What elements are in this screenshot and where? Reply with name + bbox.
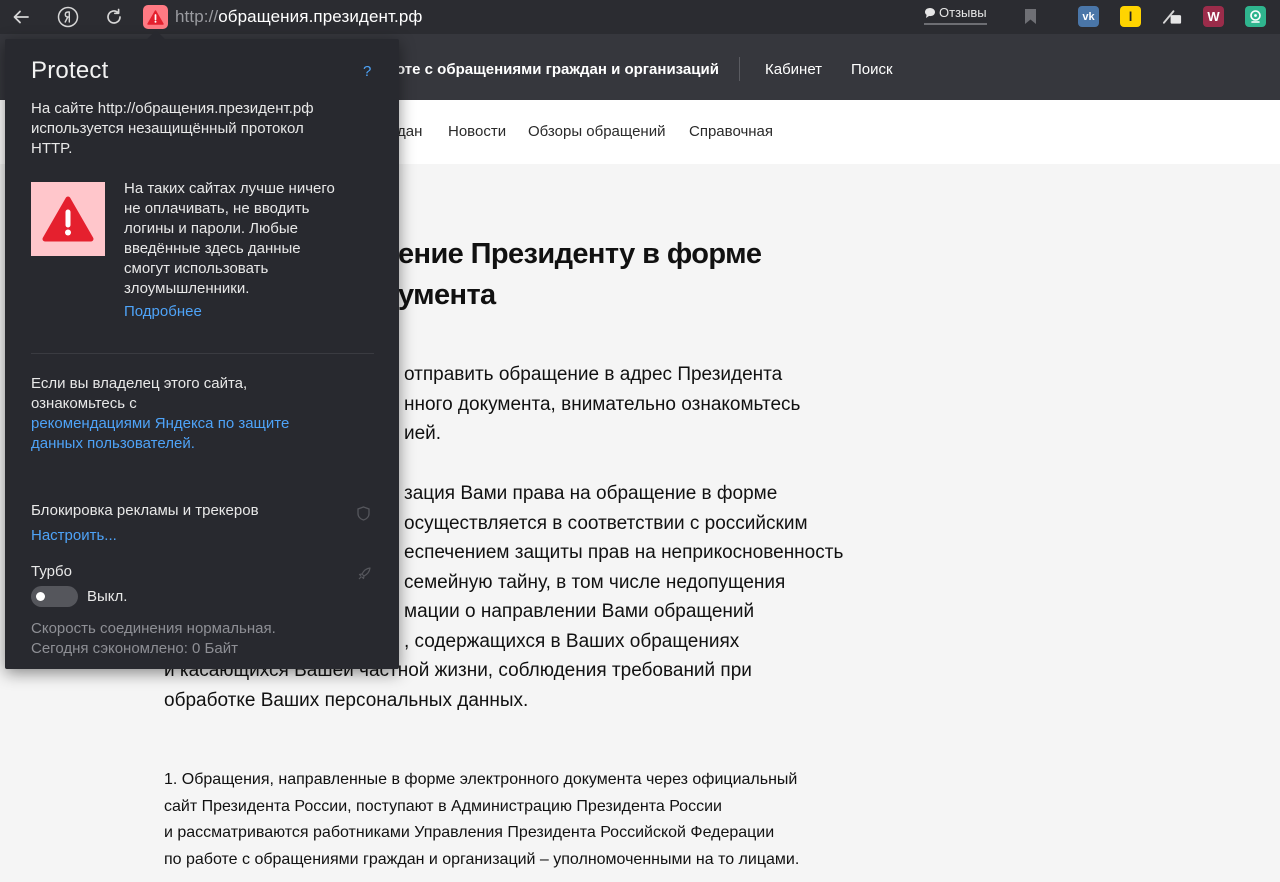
l-icon: l xyxy=(1128,9,1133,24)
help-button[interactable]: ? xyxy=(363,63,371,80)
shield-icon xyxy=(357,506,370,521)
warning-line: не оплачивать, не вводить xyxy=(124,200,310,217)
header-link-cabinet[interactable]: Кабинет xyxy=(765,61,822,78)
feedback-label: Отзывы xyxy=(939,5,987,20)
url-host: обращения.президент.рф xyxy=(218,7,423,26)
owner-recommendation: Если вы владелец этого сайта, ознакомьте… xyxy=(31,374,371,454)
speech-bubble-icon xyxy=(925,7,935,18)
green-extension-button[interactable] xyxy=(1245,6,1266,27)
header-link-search[interactable]: Поиск xyxy=(851,61,893,78)
address-bar[interactable]: http://обращения.президент.рф xyxy=(175,6,422,28)
owner-link-line: рекомендациями Яндекса по защите xyxy=(31,415,290,432)
bookmark-icon xyxy=(1025,9,1036,24)
warning-illustration xyxy=(31,182,105,256)
vk-extension-button[interactable]: vk xyxy=(1078,6,1099,27)
w-icon: W xyxy=(1207,9,1220,24)
warning-line: введённые здесь данные xyxy=(124,240,301,257)
more-info-link[interactable]: Подробнее xyxy=(124,302,202,322)
nav-item-news[interactable]: Новости xyxy=(448,123,506,140)
turbo-label: Турбо xyxy=(31,563,72,580)
screenshot-extension-button[interactable] xyxy=(1162,6,1183,27)
yandex-recommendations-link[interactable]: рекомендациями Яндекса по защите данных … xyxy=(31,414,371,454)
nav-item-reference[interactable]: Справочная xyxy=(689,123,773,140)
reload-icon xyxy=(107,8,121,24)
connection-speed-text: Скорость соединения нормальная. xyxy=(31,620,276,637)
scissors-icon xyxy=(1162,9,1182,24)
adblock-settings-link[interactable]: Настроить... xyxy=(31,526,117,546)
intro-line: На сайте http://обращения.президент.рф xyxy=(31,100,314,117)
url-protocol: http:// xyxy=(175,7,219,26)
owner-line: Если вы владелец этого сайта, xyxy=(31,375,248,392)
owner-line: ознакомьтесь с xyxy=(31,395,137,412)
protect-brand: Protect xyxy=(31,57,109,84)
paragraph-line: 1. Обращения, направленные в форме элект… xyxy=(164,771,798,788)
warning-line: смогут использовать xyxy=(124,260,269,277)
bookmark-button[interactable] xyxy=(1020,6,1041,27)
vk-icon: vk xyxy=(1082,10,1095,23)
back-button[interactable] xyxy=(8,4,34,30)
l-extension-button[interactable]: l xyxy=(1120,6,1141,27)
yandex-button[interactable] xyxy=(55,4,81,30)
protect-popup: Protect ? На сайте http://обращения.през… xyxy=(5,30,399,669)
warning-line: логины и пароли. Любые xyxy=(124,220,298,237)
site-header-title: оте с обращениями граждан и организаций xyxy=(396,61,719,78)
turbo-toggle-knob xyxy=(36,592,45,601)
warning-triangle-icon xyxy=(42,196,94,242)
popup-divider xyxy=(31,353,374,354)
feedback-button[interactable]: Отзывы xyxy=(924,3,987,25)
owner-link-line: данных пользователей. xyxy=(31,435,195,452)
paragraph-line: сайт Президента России, поступают в Адми… xyxy=(164,797,722,815)
rules-paragraph: 1. Обращения, направленные в форме элект… xyxy=(164,767,884,873)
warning-text: На таких сайтах лучше ничего не оплачива… xyxy=(124,179,374,299)
intro-line: HTTP. xyxy=(31,140,73,157)
warning-icon xyxy=(147,9,164,25)
paragraph-line: по работе с обращениями граждан и органи… xyxy=(164,850,800,868)
browser-toolbar: http://обращения.президент.рф Отзывы vk … xyxy=(0,0,1280,34)
reload-button[interactable] xyxy=(101,4,127,30)
w-extension-button[interactable]: W xyxy=(1203,6,1224,27)
saved-traffic-text: Сегодня сэкономлено: 0 Байт xyxy=(31,640,238,657)
lead-line: обработке Ваших персональных данных. xyxy=(164,689,529,711)
rocket-icon xyxy=(358,567,371,580)
robot-icon xyxy=(1250,10,1261,23)
nav-item-citizens[interactable]: дан xyxy=(397,123,422,140)
yandex-icon xyxy=(57,6,79,28)
adblock-label: Блокировка рекламы и трекеров xyxy=(31,502,259,519)
turbo-toggle[interactable] xyxy=(31,586,78,607)
warning-line: На таких сайтах лучше ничего xyxy=(124,180,335,197)
intro-line: используется незащищённый протокол xyxy=(31,120,304,137)
insecure-connection-button[interactable] xyxy=(143,5,168,29)
paragraph-line: и рассматриваются работниками Управления… xyxy=(164,824,775,841)
warning-line: злоумышленники. xyxy=(124,280,250,297)
nav-item-reviews[interactable]: Обзоры обращений xyxy=(528,123,665,140)
turbo-state: Выкл. xyxy=(87,588,128,605)
arrow-left-icon xyxy=(13,10,29,24)
header-divider xyxy=(739,57,740,81)
insecure-protocol-text: На сайте http://обращения.президент.рф и… xyxy=(31,99,371,159)
